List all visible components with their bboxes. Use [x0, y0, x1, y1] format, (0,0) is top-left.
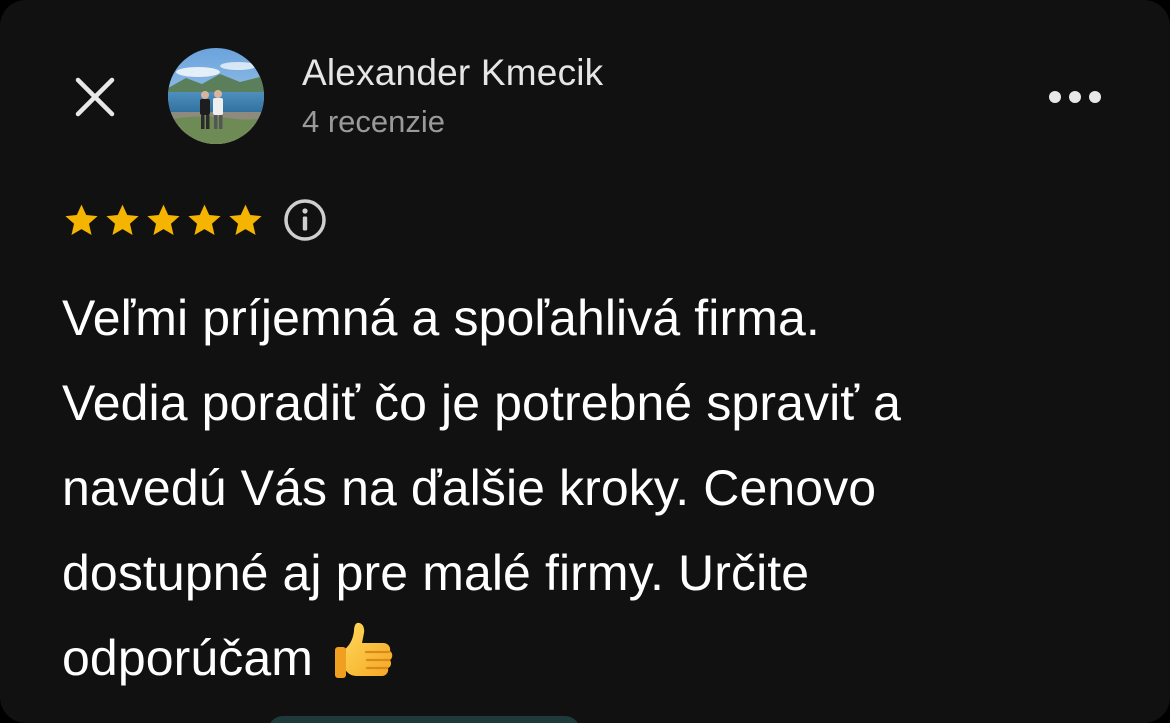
more-options-button[interactable] — [1040, 74, 1110, 120]
info-icon — [284, 199, 326, 241]
thumbs-up-icon — [335, 622, 393, 678]
more-horizontal-icon — [1049, 91, 1101, 103]
action-button-partial[interactable] — [268, 716, 580, 723]
star-icon — [147, 204, 180, 235]
review-line: Vedia poradiť čo je potrebné spraviť a — [62, 375, 902, 431]
star-icon — [229, 204, 262, 235]
rating-row — [62, 196, 329, 244]
avatar-photo — [168, 48, 264, 144]
star-rating — [62, 201, 267, 240]
review-line: odporúčam — [62, 630, 314, 686]
rating-info-button[interactable] — [281, 196, 329, 244]
review-text: Veľmi príjemná a spoľahlivá firma. Vedia… — [62, 276, 1122, 701]
avatar[interactable] — [168, 48, 264, 144]
star-icon — [106, 204, 139, 235]
review-line: navedú Vás na ďalšie kroky. Cenovo — [62, 460, 877, 516]
star-icon — [65, 204, 98, 235]
close-icon — [75, 77, 115, 117]
star-icon — [188, 204, 221, 235]
review-card: Alexander Kmecik 4 recenzie Veľmi príjem… — [0, 0, 1170, 723]
reviewer-name[interactable]: Alexander Kmecik — [302, 52, 603, 94]
review-count[interactable]: 4 recenzie — [302, 104, 445, 140]
review-line: Veľmi príjemná a spoľahlivá firma. — [62, 290, 820, 346]
review-line: dostupné aj pre malé firmy. Určite — [62, 545, 810, 601]
review-line-last: odporúčam — [62, 616, 1122, 701]
close-button[interactable] — [66, 68, 124, 126]
